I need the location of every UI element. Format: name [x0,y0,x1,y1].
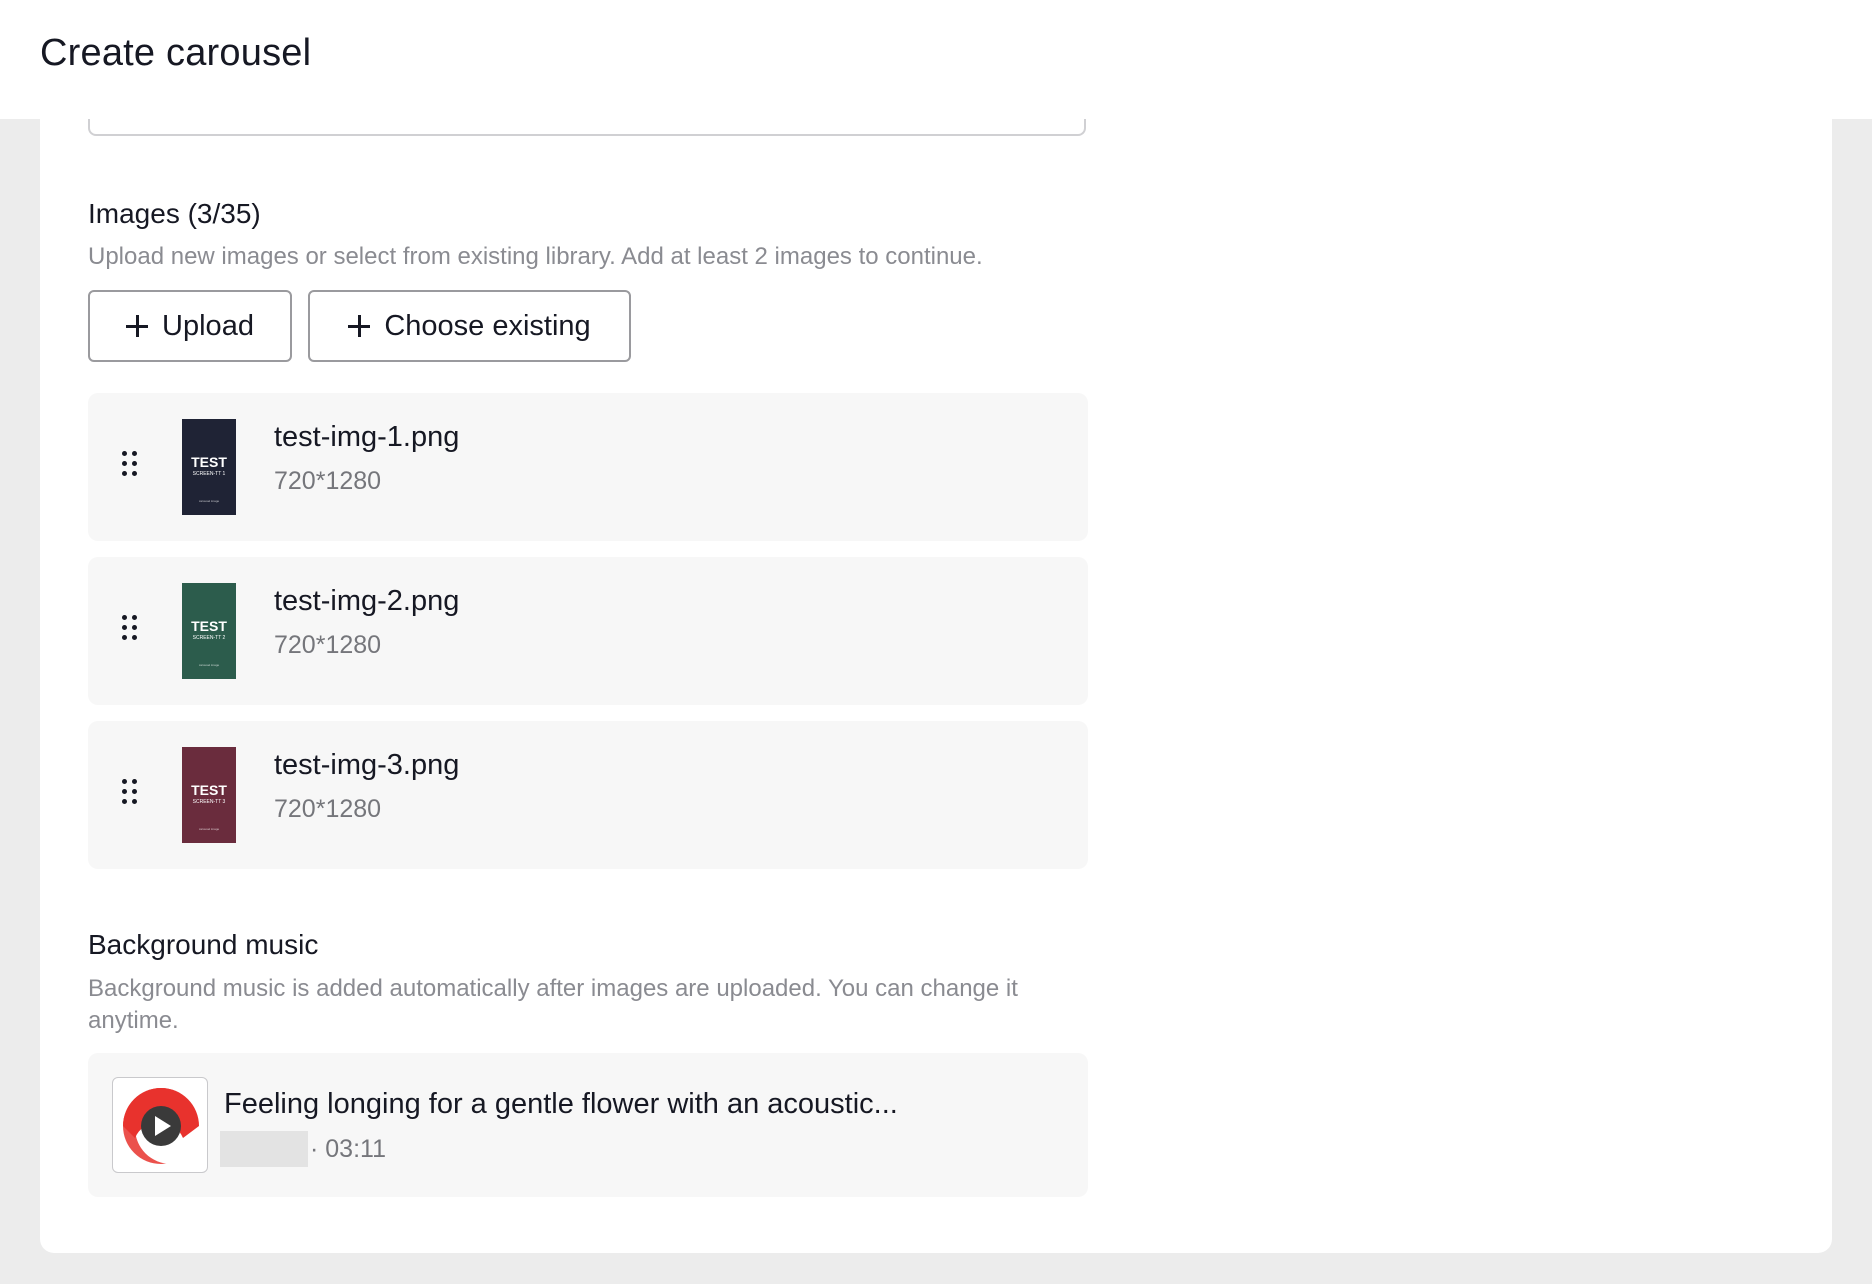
image-list-item[interactable]: TEST SCREEN-TT 3 carousel image test-img… [88,721,1088,869]
music-track-title: Feeling longing for a gentle flower with… [224,1088,898,1120]
music-artist-placeholder [220,1131,308,1167]
thumbnail-footer: carousel image [198,499,220,503]
upload-button-label: Upload [162,309,254,342]
images-section-description: Upload new images or select from existin… [88,243,983,270]
thumbnail-subtitle: SCREEN-TT 1 [192,471,226,477]
upload-button[interactable]: Upload [88,290,292,362]
image-file-name: test-img-3.png [274,749,460,781]
thumbnail-title: TEST [191,454,227,470]
image-thumbnail: TEST SCREEN-TT 3 carousel image [182,747,236,843]
image-dimensions: 720*1280 [274,631,382,659]
music-cover-art [123,1088,207,1164]
image-list-item[interactable]: TEST SCREEN-TT 2 carousel image test-img… [88,557,1088,705]
thumbnail-footer: carousel image [198,663,220,667]
music-track-duration: · 03:11 [310,1135,386,1163]
top-bar: Create carousel [0,0,1872,119]
music-section-description: Background music is added automatically … [88,975,1018,1034]
thumbnail-subtitle: SCREEN-TT 2 [192,635,226,641]
plus-icon [348,315,371,337]
choose-existing-button-label: Choose existing [384,309,591,342]
image-thumbnail: TEST SCREEN-TT 2 carousel image [182,583,236,679]
drag-handle-icon[interactable] [122,615,138,641]
image-file-name: test-img-1.png [274,421,460,453]
image-list-item[interactable]: TEST SCREEN-TT 1 carousel image test-img… [88,393,1088,541]
drag-handle-icon[interactable] [122,779,138,805]
image-thumbnail: TEST SCREEN-TT 1 carousel image [182,419,236,515]
thumbnail-title: TEST [191,618,227,634]
thumbnail-subtitle: SCREEN-TT 3 [192,799,226,805]
image-dimensions: 720*1280 [274,467,382,495]
music-cover[interactable] [112,1077,208,1173]
choose-existing-button[interactable]: Choose existing [308,290,631,362]
plus-icon [126,315,149,337]
images-section-title: Images (3/35) [88,198,261,229]
image-file-name: test-img-2.png [274,585,460,617]
music-track-card[interactable]: Feeling longing for a gentle flower with… [88,1053,1088,1197]
music-section-title: Background music [88,929,319,960]
page-title: Create carousel [40,32,312,74]
drag-handle-icon[interactable] [122,451,138,477]
image-dimensions: 720*1280 [274,795,382,823]
thumbnail-footer: carousel image [198,827,220,831]
thumbnail-title: TEST [191,782,227,798]
